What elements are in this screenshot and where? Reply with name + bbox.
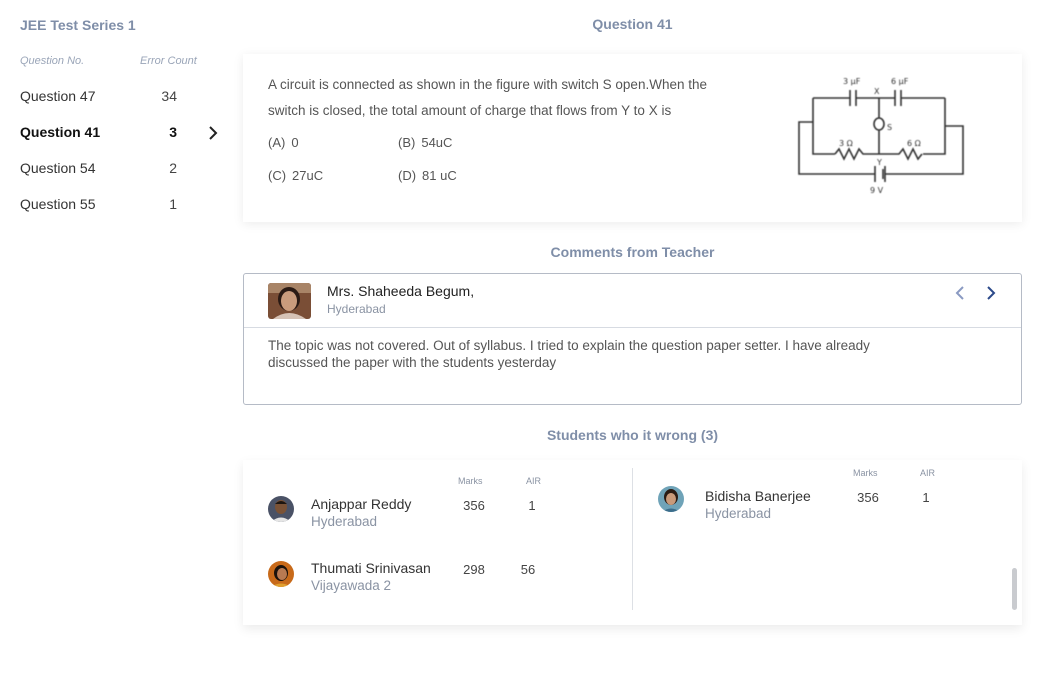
air-header: AIR [526, 476, 542, 486]
column-divider [632, 468, 633, 610]
comment-text: The topic was not covered. Out of syllab… [268, 338, 870, 370]
students-list-card: Marks AIR Anjappar Reddy Hyderabad 356 1… [243, 460, 1022, 625]
circuit-label-s: S [887, 123, 892, 132]
circuit-label-c1: 3 μF [843, 77, 861, 86]
student-air: 1 [528, 498, 536, 513]
marks-header: Marks [458, 476, 483, 486]
marks-header: Marks [853, 468, 878, 478]
question-card: A circuit is connected as shown in the f… [243, 54, 1022, 222]
question-row[interactable]: Question 47 34 [0, 79, 235, 115]
student-marks: 298 [463, 562, 485, 577]
student-name: Thumati Srinivasan [311, 560, 431, 576]
student-city: Hyderabad [705, 506, 772, 521]
air-header: AIR [920, 468, 936, 478]
question-text: A circuit is connected as shown in the f… [268, 77, 707, 118]
question-row-error-count: 2 [169, 160, 177, 176]
students-title: Students who it wrong (3) [546, 427, 719, 443]
teacher-comment-card: Mrs. Shaheeda Begum, Hyderabad The topic… [243, 273, 1022, 405]
comments-title: Comments from Teacher [550, 244, 715, 260]
option-c: (C) 27uC [268, 168, 324, 183]
question-row-label: Question 54 [20, 160, 96, 176]
divider [244, 327, 1021, 328]
student-city: Hyderabad [311, 514, 378, 529]
question-row-error-count: 34 [161, 88, 177, 104]
option-d: (D) 81 uC [398, 168, 457, 183]
circuit-label-y: Y [876, 158, 882, 167]
chevron-left-icon[interactable] [951, 284, 969, 302]
circuit-label-x: X [874, 87, 880, 96]
column-header-error-count: Error Count [140, 55, 197, 67]
teacher-avatar [268, 283, 311, 319]
scrollbar[interactable] [1012, 568, 1017, 610]
student-city: Vijayawada 2 [311, 578, 392, 593]
series-title: JEE Test Series 1 [20, 17, 136, 33]
student-air: 1 [922, 490, 930, 505]
option-b: (B) 54uC [398, 135, 453, 150]
option-a: (A) 0 [268, 135, 299, 150]
question-title: Question 41 [592, 16, 673, 32]
sidebar: JEE Test Series 1 Question No. Error Cou… [0, 0, 235, 675]
question-row-error-count: 3 [169, 124, 177, 140]
question-row-label: Question 47 [20, 88, 96, 104]
student-air: 56 [520, 562, 536, 577]
student-avatar [658, 486, 684, 512]
circuit-label-v: 9 V [870, 186, 884, 195]
circuit-label-r1: 3 Ω [839, 139, 853, 148]
question-row-label: Question 41 [20, 124, 101, 140]
question-row[interactable]: Question 55 1 [0, 187, 235, 223]
question-row-selected[interactable]: Question 41 3 [0, 115, 235, 151]
chevron-right-icon [209, 126, 218, 140]
question-row[interactable]: Question 54 2 [0, 151, 235, 187]
student-name: Bidisha Banerjee [705, 488, 811, 504]
question-row-label: Question 55 [20, 196, 96, 212]
teacher-name: Mrs. Shaheeda Begum, [327, 283, 475, 299]
student-avatar [268, 561, 294, 587]
student-marks: 356 [463, 498, 485, 513]
student-avatar [268, 496, 294, 522]
student-name: Anjappar Reddy [311, 496, 412, 512]
teacher-city: Hyderabad [327, 302, 386, 316]
student-marks: 356 [857, 490, 879, 505]
chevron-right-icon[interactable] [982, 284, 1000, 302]
circuit-label-r2: 6 Ω [907, 139, 921, 148]
circuit-label-c2: 6 μF [891, 77, 909, 86]
question-row-error-count: 1 [169, 196, 177, 212]
column-header-question-no: Question No. [20, 55, 85, 67]
circuit-diagram: 3 μF 6 μF X S 3 Ω 6 Ω Y 9 V [798, 77, 964, 195]
